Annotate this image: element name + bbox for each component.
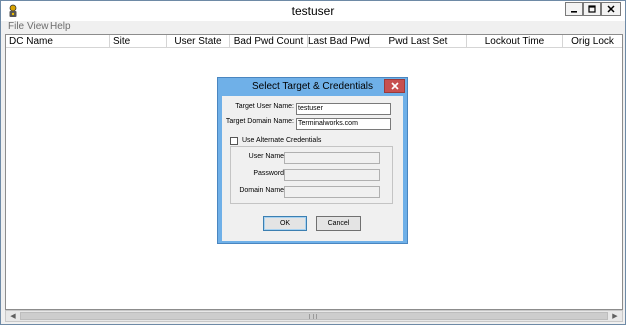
menu-bar: File View Help xyxy=(1,21,625,33)
dialog-close-button[interactable] xyxy=(384,79,405,93)
alternate-credentials-checkbox[interactable] xyxy=(230,137,238,145)
menu-view[interactable]: View xyxy=(27,21,49,32)
column-header-bad-pwd-count[interactable]: Bad Pwd Count xyxy=(230,35,308,48)
minimize-icon xyxy=(571,11,577,13)
list-header: DC Name Site User State Bad Pwd Count La… xyxy=(6,35,622,48)
window-title: testuser xyxy=(291,4,335,18)
column-header-lockout-time[interactable]: Lockout Time xyxy=(467,35,563,48)
target-domain-label: Target Domain Name: xyxy=(225,118,294,125)
scroll-right-arrow-icon[interactable]: ▶ xyxy=(608,311,622,321)
dialog-body: Target User Name: testuser Target Domain… xyxy=(222,96,403,241)
domain-name-label: Domain Name: xyxy=(239,187,286,194)
cancel-button[interactable]: Cancel xyxy=(316,216,361,231)
user-name-input[interactable] xyxy=(284,152,380,164)
alternate-credentials-label[interactable]: Use Alternate Credentials xyxy=(242,137,321,144)
horizontal-scrollbar[interactable]: ◀ ▶ xyxy=(5,310,623,322)
close-icon xyxy=(390,82,399,90)
password-label: Password: xyxy=(253,170,286,177)
menu-file[interactable]: File xyxy=(8,21,24,32)
close-button[interactable] xyxy=(601,2,621,16)
close-icon xyxy=(607,5,615,13)
dialog-title: Select Target & Credentials xyxy=(252,81,373,92)
domain-name-input[interactable] xyxy=(284,186,380,198)
target-user-label: Target User Name: xyxy=(235,103,294,110)
ok-button[interactable]: OK xyxy=(263,216,307,231)
target-user-input[interactable]: testuser xyxy=(296,103,391,115)
scroll-left-arrow-icon[interactable]: ◀ xyxy=(6,311,20,321)
column-header-orig-lock[interactable]: Orig Lock xyxy=(563,35,622,48)
scroll-thumb[interactable] xyxy=(20,312,608,320)
maximize-button[interactable] xyxy=(583,2,601,16)
column-header-user-state[interactable]: User State xyxy=(167,35,230,48)
menu-help[interactable]: Help xyxy=(50,21,71,32)
title-bar[interactable]: testuser xyxy=(1,1,625,21)
alternate-credentials-group: User Name: Password: Domain Name: xyxy=(230,146,393,204)
column-header-site[interactable]: Site xyxy=(110,35,167,48)
credentials-dialog: Select Target & Credentials Target User … xyxy=(217,77,408,244)
column-header-last-bad-pwd[interactable]: Last Bad Pwd xyxy=(308,35,370,48)
grip-icon xyxy=(309,314,317,319)
minimize-button[interactable] xyxy=(565,2,583,16)
password-input[interactable] xyxy=(284,169,380,181)
maximize-icon xyxy=(588,5,596,13)
user-name-label: User Name: xyxy=(248,153,286,160)
column-header-pwd-last-set[interactable]: Pwd Last Set xyxy=(370,35,467,48)
target-domain-input[interactable]: Terminalworks.com xyxy=(296,118,391,130)
column-header-dc-name[interactable]: DC Name xyxy=(6,35,110,48)
